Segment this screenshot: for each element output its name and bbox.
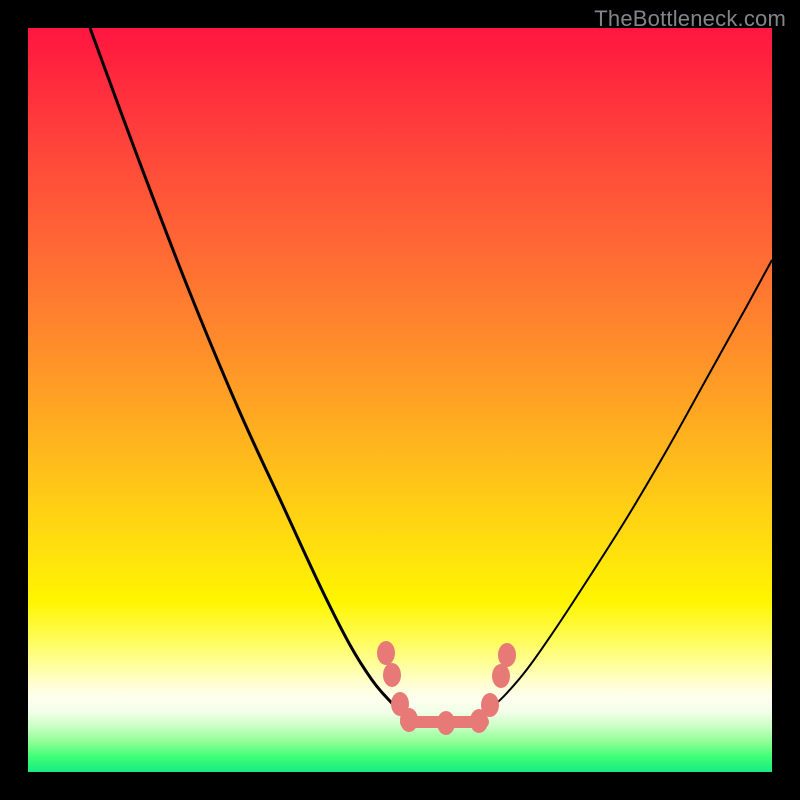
- right-curve: [489, 260, 772, 710]
- left-curve: [90, 28, 400, 711]
- valley-marker: [481, 693, 499, 717]
- watermark: TheBottleneck.com: [594, 6, 786, 32]
- valley-marker: [383, 663, 401, 687]
- valley-marker: [400, 708, 418, 732]
- valley-marker: [377, 641, 395, 665]
- valley-marker: [498, 643, 516, 667]
- chart-frame: TheBottleneck.com: [0, 0, 800, 800]
- valley-marker: [437, 711, 455, 735]
- chart-svg: [28, 28, 772, 772]
- valley-marker: [492, 664, 510, 688]
- valley-markers: [377, 641, 516, 735]
